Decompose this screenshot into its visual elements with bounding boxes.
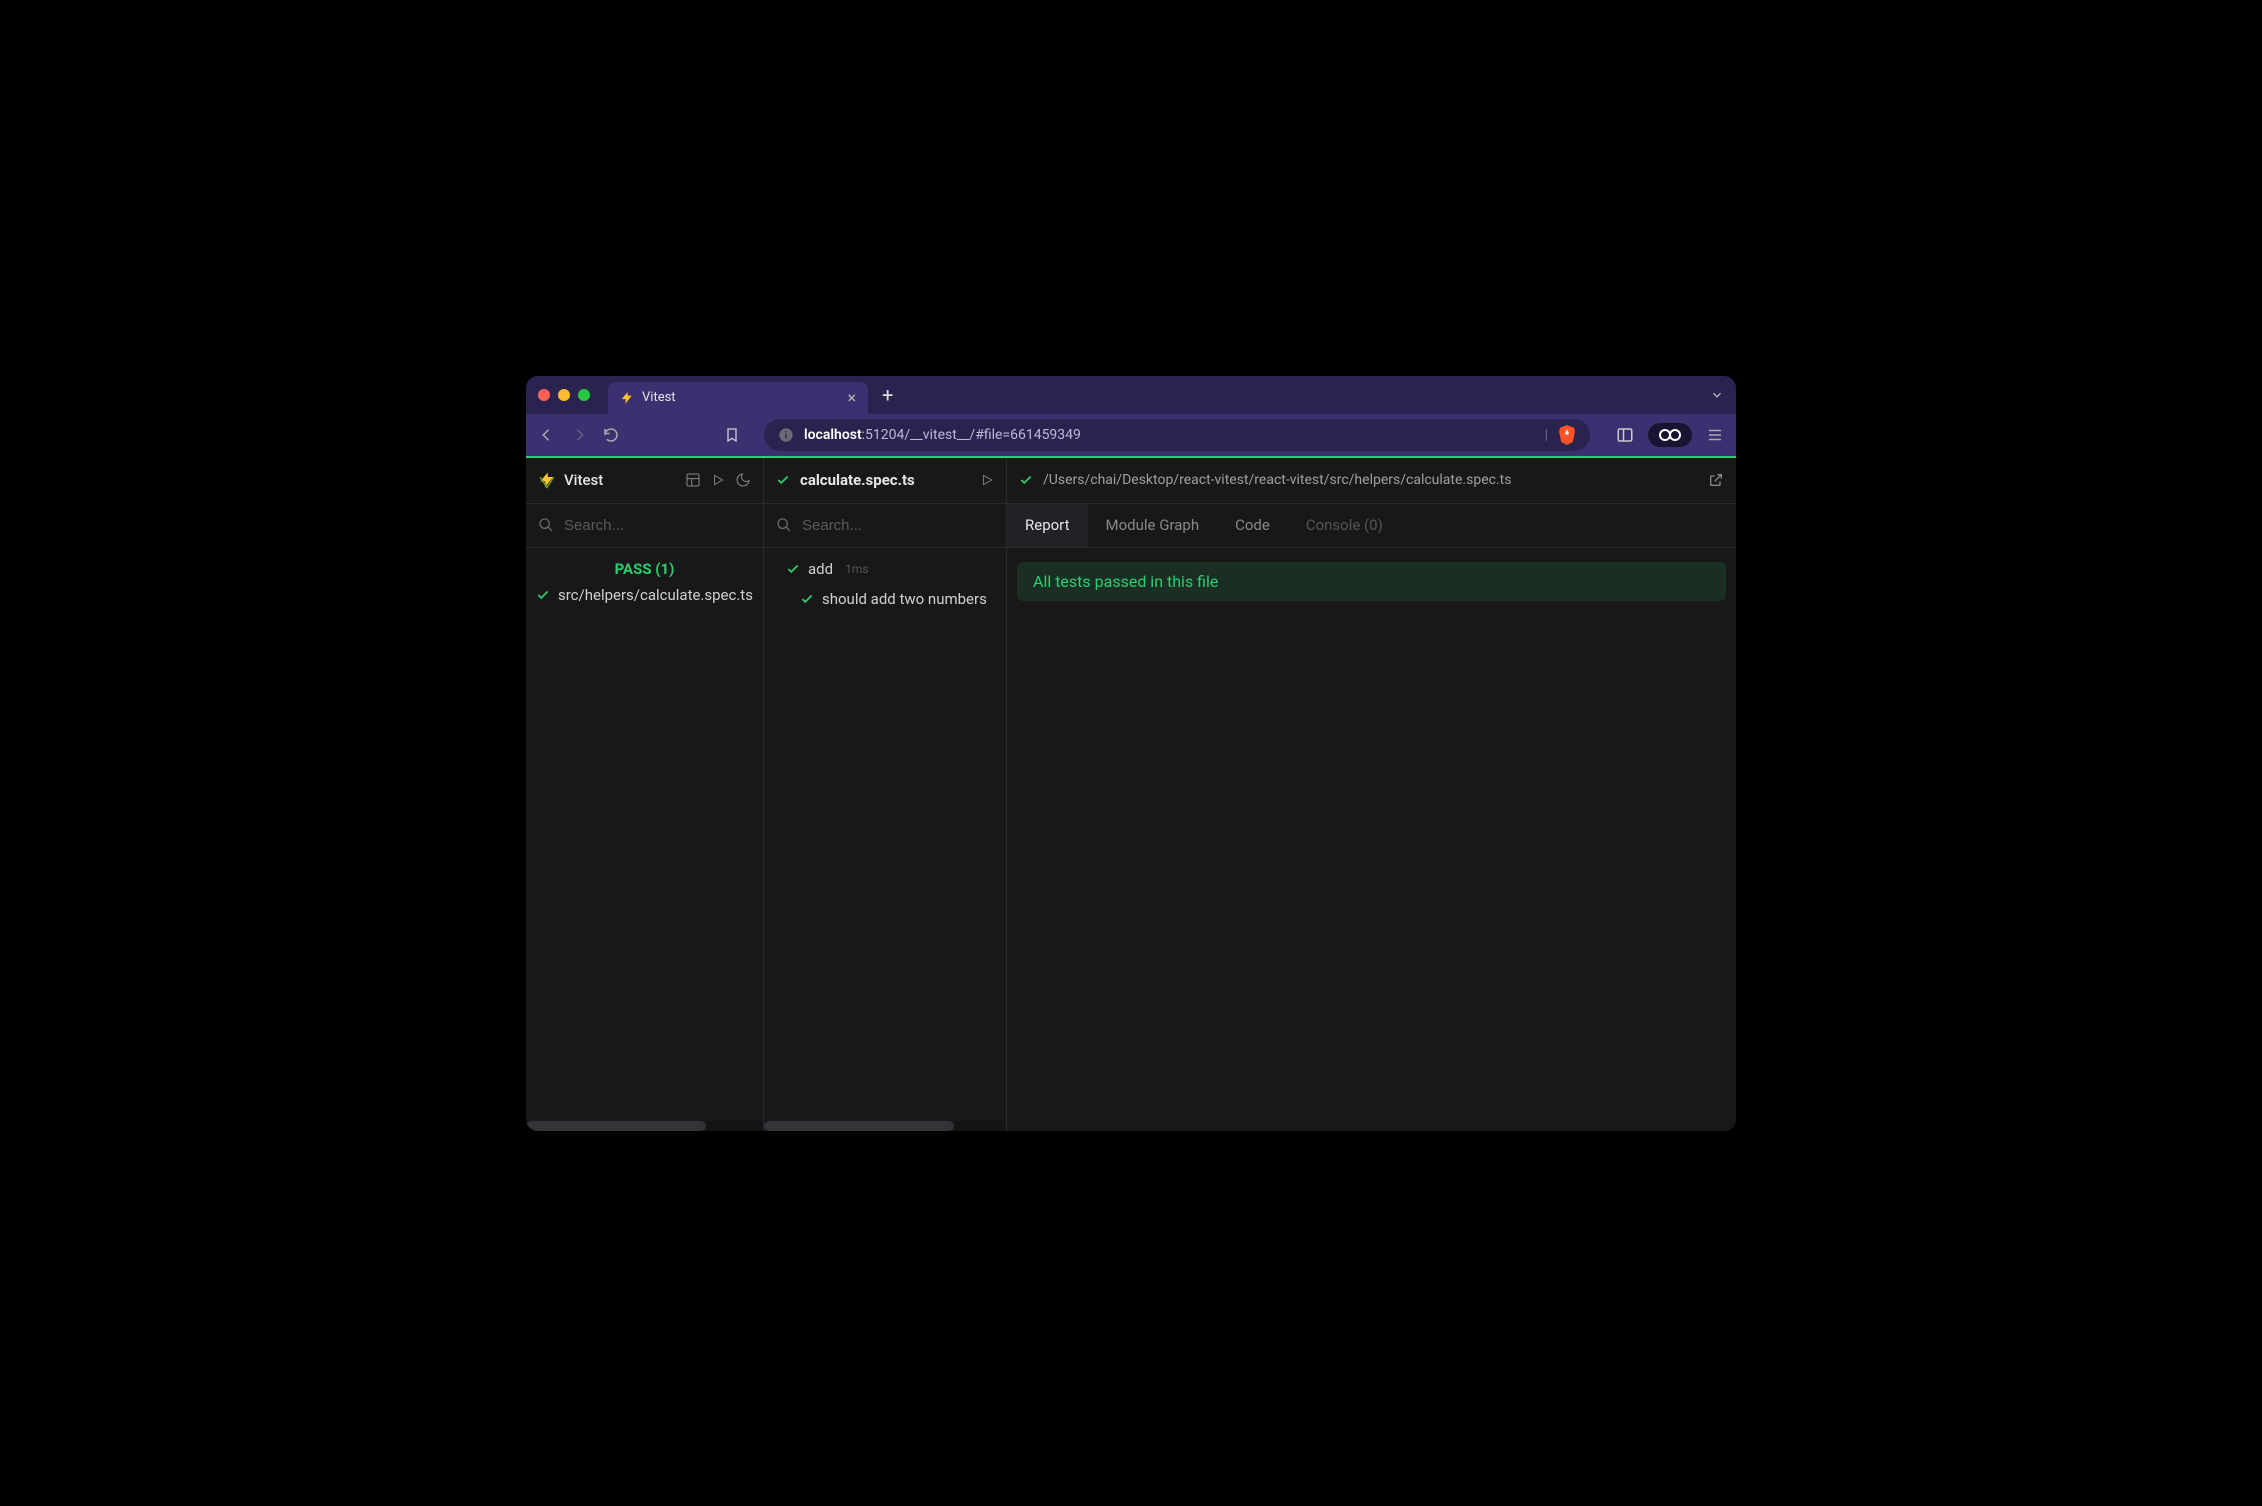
tab-label: Module Graph [1106,516,1200,534]
check-icon [786,562,800,576]
vitest-app: Vitest [526,458,1736,1131]
browser-window: Vitest × + localhost:51204/__vitest__/#f… [526,376,1736,1131]
browser-titlebar: Vitest × + [526,376,1736,414]
files-list: PASS (1) src/helpers/calculate.spec.ts [526,548,763,1131]
tab-close-button[interactable]: × [847,390,856,406]
files-panel: Vitest [526,458,764,1131]
url-host: localhost [804,427,862,443]
check-icon [776,473,790,487]
private-mode-icon[interactable] [1648,423,1692,447]
toolbar-right [1616,423,1724,447]
tab-label: Report [1025,516,1070,534]
check-icon [800,592,814,606]
check-icon [1019,473,1033,487]
pass-banner: All tests passed in this file [1017,562,1726,601]
app-header: Vitest [526,458,763,504]
test-name: should add two numbers [822,590,987,608]
current-file-name: calculate.spec.ts [800,471,915,489]
run-all-icon[interactable] [711,473,725,487]
tab-console[interactable]: Console (0) [1288,504,1401,547]
scrollbar-thumb[interactable] [526,1121,706,1131]
file-row[interactable]: src/helpers/calculate.spec.ts [526,580,763,610]
open-external-icon[interactable] [1708,472,1724,488]
file-name: src/helpers/calculate.spec.ts [558,586,753,604]
browser-tab[interactable]: Vitest × [608,382,868,414]
tab-title: Vitest [642,390,676,405]
files-search [526,504,763,548]
tabs-dropdown-button[interactable] [1710,388,1724,402]
browser-toolbar: localhost:51204/__vitest__/#file=6614593… [526,414,1736,458]
files-search-input[interactable] [564,517,751,534]
site-info-icon[interactable] [778,427,794,443]
tab-code[interactable]: Code [1217,504,1288,547]
back-button[interactable] [538,426,556,444]
search-icon [776,517,792,533]
tab-module-graph[interactable]: Module Graph [1088,504,1218,547]
tests-list: add 1ms should add two numbers [764,548,1006,1131]
address-bar[interactable]: localhost:51204/__vitest__/#file=6614593… [764,419,1590,451]
vitest-tab-icon [620,391,634,405]
dashboard-icon[interactable] [685,472,701,488]
details-header: /Users/chai/Desktop/react-vitest/react-v… [1007,458,1736,504]
window-minimize-button[interactable] [558,389,570,401]
url-rest: :51204/__vitest__/#file=661459349 [862,427,1081,443]
file-header: calculate.spec.ts [764,458,1006,504]
tests-panel: calculate.spec.ts add 1ms [764,458,1007,1131]
tab-label: Console (0) [1306,516,1383,534]
traffic-lights [538,389,590,401]
menu-button[interactable] [1706,426,1724,444]
bookmark-button[interactable] [724,427,740,443]
vitest-logo: Vitest [538,471,603,489]
run-file-button[interactable] [980,473,994,487]
theme-toggle-icon[interactable] [735,472,751,488]
suite-name: add [808,560,833,578]
search-icon [538,517,554,533]
address-separator: | [1545,427,1548,443]
brave-shields-icon[interactable] [1558,425,1576,445]
tests-search [764,504,1006,548]
tab-label: Code [1235,516,1270,534]
file-full-path: /Users/chai/Desktop/react-vitest/react-v… [1043,472,1511,488]
check-icon [536,588,550,602]
pass-summary: PASS (1) [526,554,763,580]
window-maximize-button[interactable] [578,389,590,401]
suite-duration: 1ms [845,562,868,576]
new-tab-button[interactable]: + [882,383,893,407]
reload-button[interactable] [602,426,620,444]
window-close-button[interactable] [538,389,550,401]
report-body: All tests passed in this file [1007,548,1736,611]
details-tabs: Report Module Graph Code Console (0) [1007,504,1736,548]
banner-text: All tests passed in this file [1033,572,1218,591]
tab-report[interactable]: Report [1007,504,1088,547]
tests-search-input[interactable] [802,517,994,534]
suite-row[interactable]: add 1ms [764,554,1006,584]
url-display: localhost:51204/__vitest__/#file=6614593… [804,427,1081,443]
sidebar-toggle-icon[interactable] [1616,426,1634,444]
test-row[interactable]: should add two numbers [764,584,1006,614]
scrollbar-thumb[interactable] [764,1121,954,1131]
details-panel: /Users/chai/Desktop/react-vitest/react-v… [1007,458,1736,1131]
forward-button[interactable] [570,426,588,444]
app-name: Vitest [564,471,603,489]
